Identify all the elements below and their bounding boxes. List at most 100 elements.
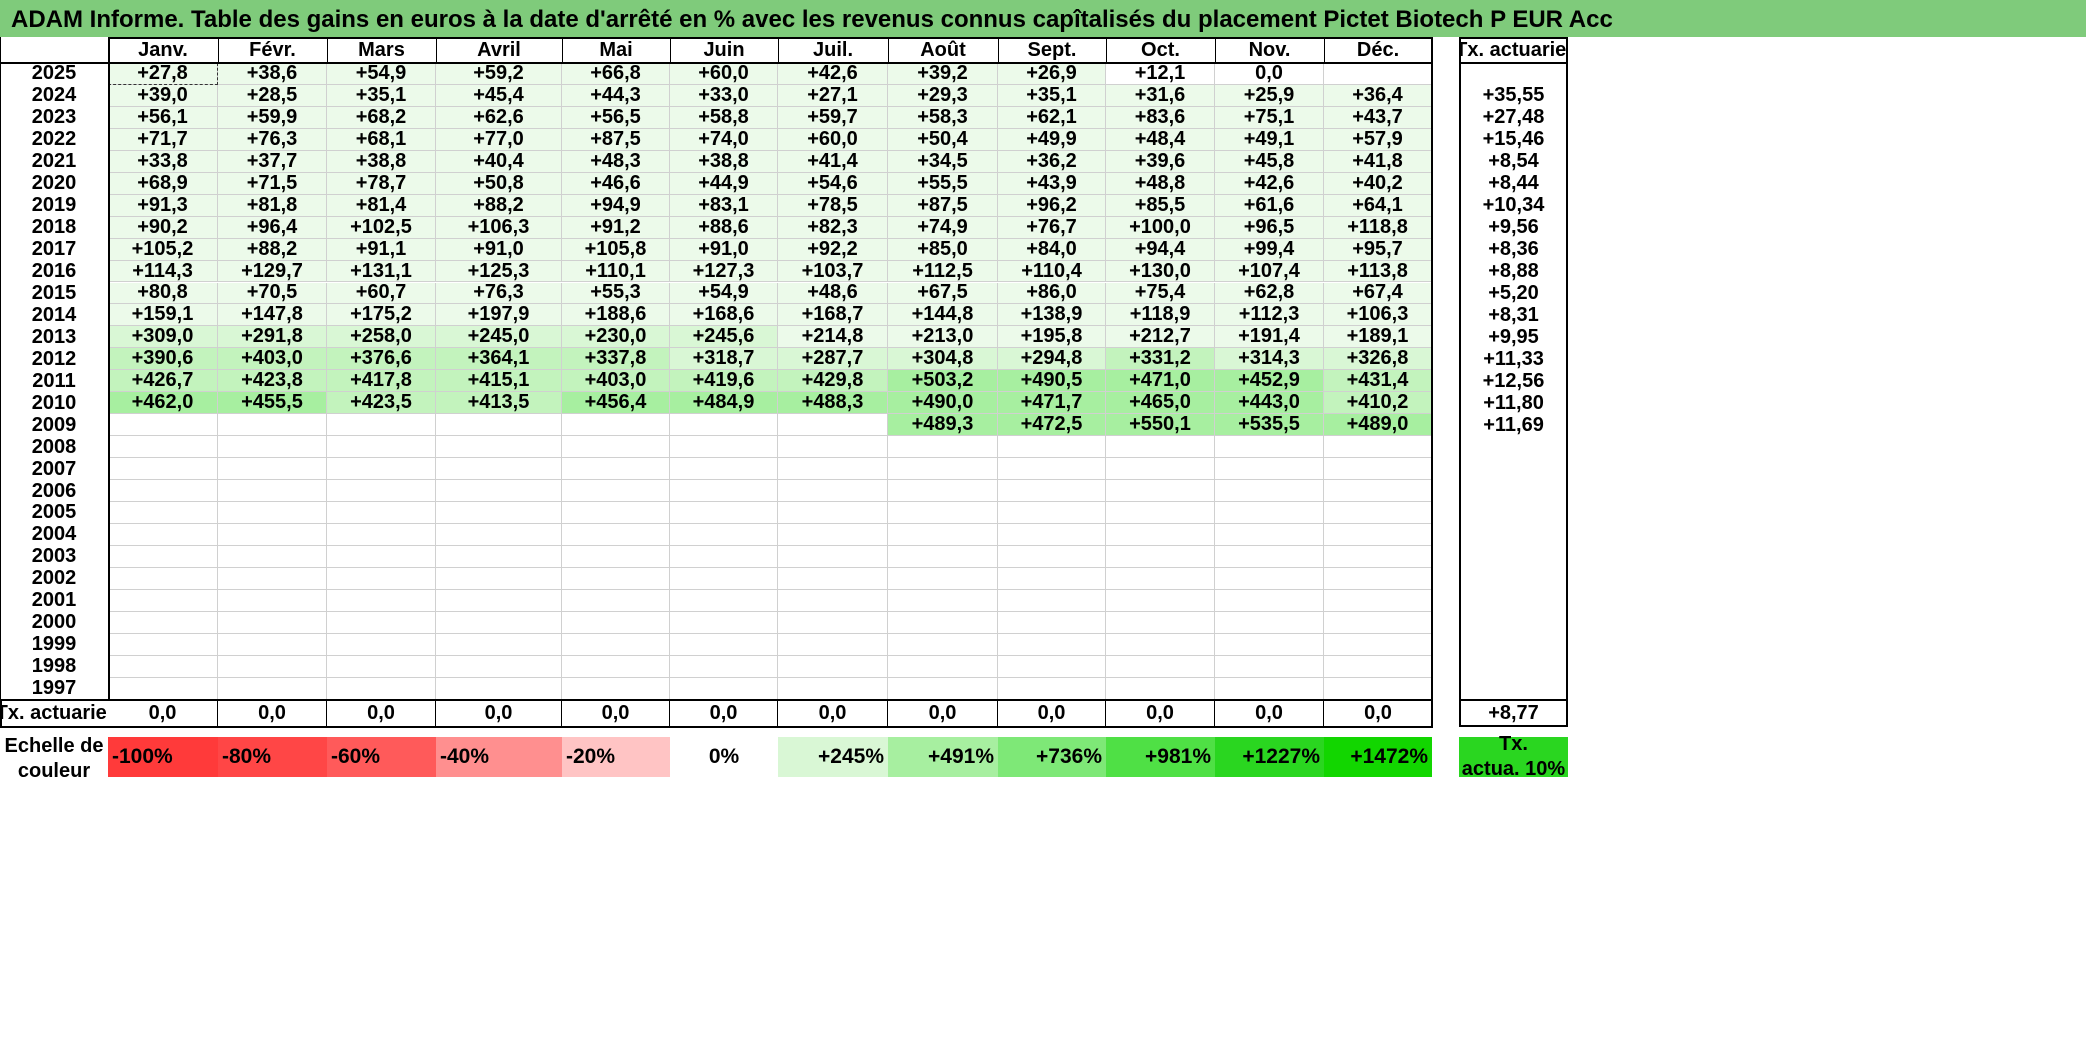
table-cell	[327, 458, 436, 481]
table-cell	[1106, 545, 1215, 568]
color-scale-step: +981%	[1106, 737, 1215, 777]
month-header-5: Juin	[703, 38, 745, 61]
table-cell: +46,6	[562, 172, 670, 195]
table-cell: +535,5	[1215, 414, 1324, 437]
table-cell: +472,5	[998, 414, 1106, 437]
table-cell: +59,7	[778, 106, 888, 129]
table-cell: +417,8	[327, 370, 436, 393]
table-cell: +455,5	[218, 392, 327, 415]
table-cell	[1215, 677, 1324, 700]
table-cell	[436, 436, 562, 459]
color-scale-step: -80%	[218, 737, 327, 777]
table-cell	[108, 655, 218, 678]
table-cell	[327, 589, 436, 612]
table-cell: +443,0	[1215, 392, 1324, 415]
table-cell	[1106, 436, 1215, 459]
table-cell	[1106, 633, 1215, 656]
table-cell	[562, 633, 670, 656]
rate-cell	[1459, 634, 1568, 656]
table-cell	[888, 480, 998, 502]
table-cell	[888, 436, 998, 459]
table-cell: +92,2	[778, 238, 888, 261]
table-cell: +147,8	[218, 304, 327, 327]
table-cell: +59,9	[218, 106, 327, 129]
table-cell: +90,2	[108, 216, 218, 239]
table-cell: +42,6	[778, 63, 888, 85]
table-cell: +60,0	[670, 63, 778, 85]
table-cell	[778, 502, 888, 524]
table-cell: +62,6	[436, 106, 562, 129]
table-cell: +62,8	[1215, 282, 1324, 305]
footer-cell: 0,0	[108, 700, 218, 727]
table-cell: +68,1	[327, 128, 436, 151]
header-column-separator	[1215, 37, 1216, 63]
rate-header-separator	[1459, 62, 1568, 64]
table-cell: 0,0	[1215, 63, 1324, 85]
table-cell	[888, 567, 998, 590]
table-cell: +138,9	[998, 304, 1106, 327]
table-cell: +54,9	[327, 63, 436, 85]
table-cell: +127,3	[670, 260, 778, 283]
table-cell: +403,0	[218, 348, 327, 371]
table-cell	[218, 545, 327, 568]
table-cell	[888, 633, 998, 656]
table-cell: +31,6	[1106, 84, 1215, 107]
header-column-separator	[327, 37, 328, 63]
year-label: 1999	[31, 633, 77, 656]
year-label: 2019	[31, 194, 77, 217]
table-cell: +452,9	[1215, 370, 1324, 393]
color-scale-step: +245%	[778, 737, 888, 777]
month-header-6: Juil.	[812, 38, 853, 61]
table-cell	[436, 458, 562, 481]
table-cell	[562, 545, 670, 568]
year-label: 2004	[31, 523, 77, 546]
table-cell: +102,5	[327, 216, 436, 239]
table-cell: +45,8	[1215, 150, 1324, 173]
table-cell	[670, 655, 778, 678]
current-cell-marker	[108, 63, 218, 85]
table-cell: +78,7	[327, 172, 436, 195]
table-cell	[108, 545, 218, 568]
table-cell: +488,3	[778, 392, 888, 415]
table-cell	[327, 677, 436, 700]
table-cell: +48,8	[1106, 172, 1215, 195]
year-label: 2024	[31, 84, 77, 107]
table-cell: +462,0	[108, 392, 218, 415]
table-cell	[218, 589, 327, 612]
table-cell: +326,8	[1324, 348, 1432, 371]
table-cell: +112,5	[888, 260, 998, 283]
table-cell	[888, 545, 998, 568]
table-cell: +76,7	[998, 216, 1106, 239]
year-label: 2001	[31, 589, 77, 612]
color-scale-label-line2: couleur	[17, 760, 91, 782]
table-cell	[670, 502, 778, 524]
table-cell: +50,8	[436, 172, 562, 195]
table-cell	[1215, 545, 1324, 568]
table-cell	[108, 567, 218, 590]
table-cell	[998, 633, 1106, 656]
table-cell	[327, 567, 436, 590]
year-label: 2013	[31, 326, 77, 348]
table-cell	[218, 458, 327, 481]
table-cell	[998, 545, 1106, 568]
table-cell: +38,8	[670, 150, 778, 173]
month-header-8: Sept.	[1027, 38, 1077, 61]
year-label: 2017	[31, 238, 77, 261]
table-cell: +423,8	[218, 370, 327, 393]
rate-cell: +9,95	[1488, 326, 1539, 348]
rate-cell: +15,46	[1482, 128, 1545, 151]
table-cell: +48,4	[1106, 128, 1215, 151]
table-cell	[327, 611, 436, 634]
table-cell: +91,2	[562, 216, 670, 239]
month-header-3: Avril	[477, 38, 521, 61]
table-cell	[327, 436, 436, 459]
table-cell: +33,0	[670, 84, 778, 107]
table-cell	[670, 633, 778, 656]
table-cell: +96,4	[218, 216, 327, 239]
table-cell: +131,1	[327, 260, 436, 283]
table-cell	[670, 480, 778, 502]
table-cell: +71,7	[108, 128, 218, 151]
table-cell	[436, 589, 562, 612]
table-cell: +76,3	[218, 128, 327, 151]
footer-cell: 0,0	[888, 700, 998, 727]
